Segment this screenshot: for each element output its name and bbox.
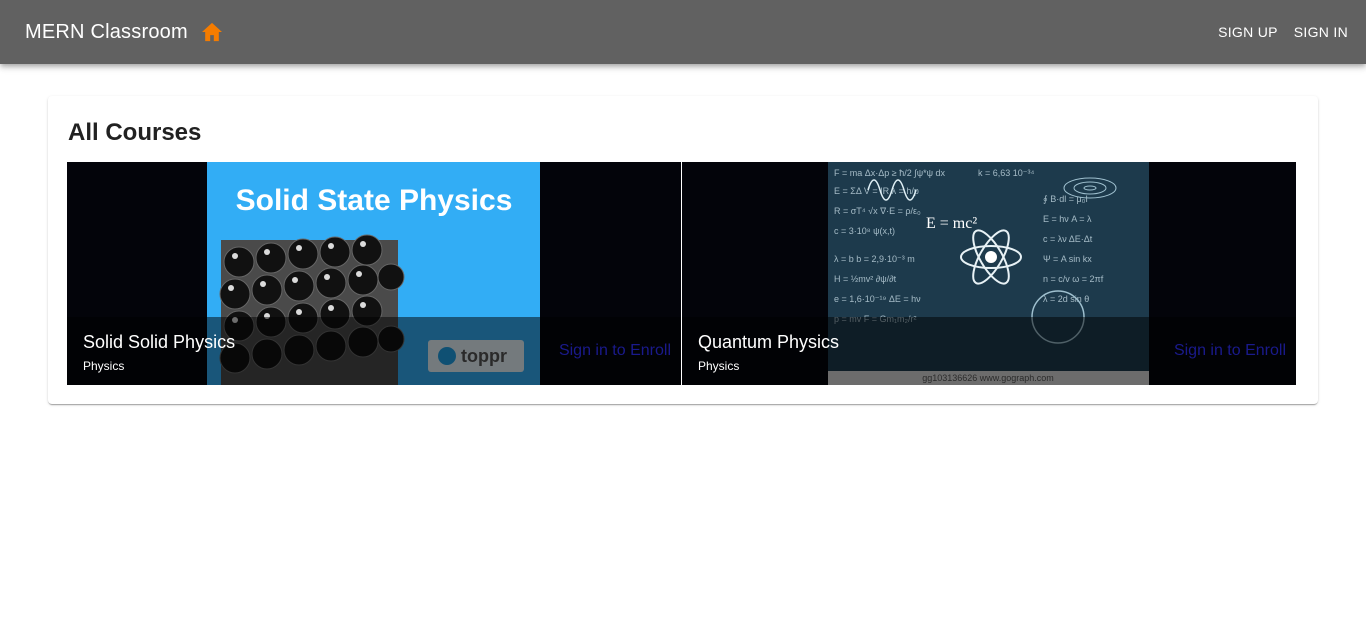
svg-text:λ = b b = 2,9·10⁻³ m: λ = b b = 2,9·10⁻³ m (834, 254, 915, 264)
image-headline: Solid State Physics (236, 184, 513, 217)
course-tile[interactable]: Solid State Physics toppr Sol (67, 162, 681, 385)
svg-text:∮ B·dl = μ₀I: ∮ B·dl = μ₀I (1043, 194, 1088, 204)
sign-in-link[interactable]: SIGN IN (1286, 18, 1356, 46)
svg-text:e = 1,6·10⁻¹⁹ ΔE = hν: e = 1,6·10⁻¹⁹ ΔE = hν (834, 294, 921, 304)
course-category: Physics (83, 359, 125, 373)
course-title-bar: Quantum Physics Physics Sign in to Enrol… (682, 317, 1296, 385)
auth-nav: SIGN UP SIGN IN (1210, 18, 1356, 46)
courses-card: All Courses Solid State Physics Solid So… (48, 96, 1318, 404)
svg-text:Ψ = A sin kx: Ψ = A sin kx (1043, 254, 1092, 264)
svg-text:H = ½mv² ∂ψ/∂t: H = ½mv² ∂ψ/∂t (834, 274, 897, 284)
svg-text:c = 3·10⁸ ψ(x,t): c = 3·10⁸ ψ(x,t) (834, 226, 895, 236)
home-icon[interactable] (200, 20, 224, 44)
image-formula: E = mc² (926, 215, 977, 232)
course-title-bar: Solid Solid Physics Physics Sign in to E… (67, 317, 681, 385)
course-name: Quantum Physics (698, 332, 840, 352)
course-name: Solid Solid Physics (83, 332, 236, 352)
sign-up-link[interactable]: SIGN UP (1210, 18, 1286, 46)
enroll-link[interactable]: Sign in to Enroll (559, 342, 671, 360)
svg-text:c = λν ΔE·Δt: c = λν ΔE·Δt (1043, 234, 1093, 244)
svg-text:R = σT⁴ √x ∇·E = ρ/ε₀: R = σT⁴ √x ∇·E = ρ/ε₀ (834, 206, 921, 216)
app-title: MERN Classroom (25, 20, 188, 43)
course-category: Physics (698, 359, 740, 373)
svg-text:λ = 2d sin θ: λ = 2d sin θ (1043, 294, 1089, 304)
page-title: All Courses (68, 119, 202, 146)
enroll-link[interactable]: Sign in to Enroll (1174, 342, 1286, 360)
svg-text:k = 6,63 10⁻³⁴: k = 6,63 10⁻³⁴ (978, 168, 1035, 178)
svg-text:E = hν A = λ: E = hν A = λ (1043, 214, 1092, 224)
app-bar: MERN Classroom SIGN UP SIGN IN (0, 0, 1366, 64)
svg-text:n = c/v ω = 2πf: n = c/v ω = 2πf (1043, 274, 1104, 284)
course-tile[interactable]: F = ma Δx·Δp ≥ ħ/2 ∫ψ*ψ dx k = 6,63 10⁻³… (682, 162, 1296, 385)
svg-text:F = ma Δx·Δp ≥ ħ/2 ∫ψ*ψ dx: F = ma Δx·Δp ≥ ħ/2 ∫ψ*ψ dx (834, 168, 946, 178)
